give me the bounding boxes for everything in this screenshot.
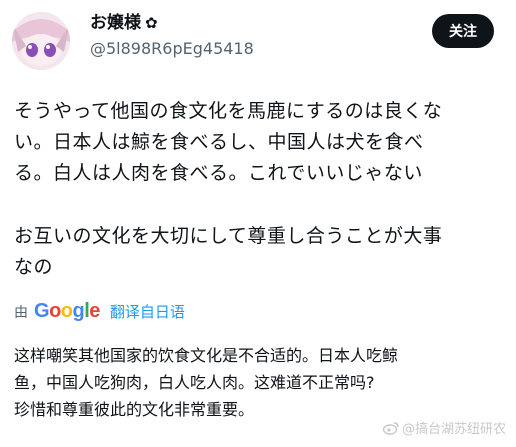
translation-text: 这样嘲笑其他国家的饮食文化是不合适的。日本人吃鲸 鱼，中国人吃狗肉，白人吃人肉。… <box>14 342 500 423</box>
tweet-header: お嬢様 ✿ @5l898R6pEg45418 关注 <box>10 8 506 72</box>
by-label: 由 <box>14 304 28 321</box>
tweet-line: そうやって他国の食文化を馬鹿にするのは良くな <box>14 100 443 122</box>
weibo-icon <box>382 421 399 435</box>
translated-from-link[interactable]: 翻译自日语 <box>110 301 185 322</box>
tweet-line: る。白人は人肉を食べる。これでいいじゃない <box>14 162 423 184</box>
avatar[interactable] <box>12 12 70 70</box>
follow-button[interactable]: 关注 <box>432 14 494 48</box>
watermark: @搞台湖苏纽研农 <box>382 418 506 437</box>
user-handle[interactable]: @5l898R6pEg45418 <box>90 38 254 60</box>
flower-badge-icon: ✿ <box>145 14 158 32</box>
tweet-line: お互いの文化を大切にして尊重し合うことが大事 <box>14 225 443 247</box>
watermark-text: @搞台湖苏纽研农 <box>401 422 506 437</box>
display-name[interactable]: お嬢様 ✿ <box>90 12 254 34</box>
translation-line: 鱼，中国人吃狗肉，白人吃人肉。这难道不正常吗? <box>14 373 375 392</box>
google-logo: Google <box>34 300 100 322</box>
translation-line: 这样嘲笑其他国家的饮食文化是不合适的。日本人吃鲸 <box>14 346 399 365</box>
tweet-text: そうやって他国の食文化を馬鹿にするのは良くな い。日本人は鯨を食べるし、中国人は… <box>14 96 500 283</box>
translation-attribution: 由 Google 翻译自日语 <box>14 300 185 323</box>
tweet-line: い。日本人は鯨を食べるし、中国人は犬を食べ <box>14 131 424 153</box>
tweet-line: なの <box>14 256 54 278</box>
display-name-text[interactable]: お嬢様 <box>90 12 141 34</box>
